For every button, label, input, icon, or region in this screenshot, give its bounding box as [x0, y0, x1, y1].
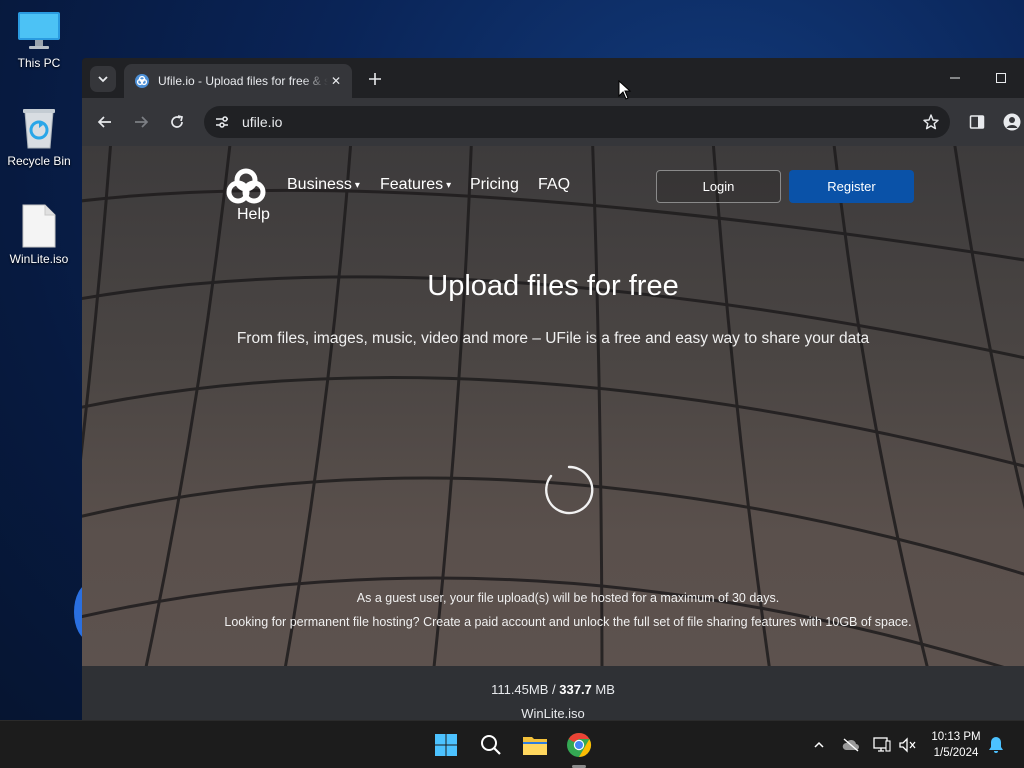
- minimize-icon: [950, 77, 960, 79]
- volume-tray-button[interactable]: [898, 735, 918, 755]
- monitor-icon: [18, 12, 60, 49]
- volume-muted-icon: [899, 737, 916, 753]
- hero-title: Upload files for free: [427, 270, 679, 302]
- chevron-down-icon: ▾: [354, 180, 360, 191]
- tab-strip: Ufile.io - Upload files for free & share…: [82, 58, 1024, 98]
- windows-logo-icon: [435, 734, 457, 756]
- register-button[interactable]: Register: [789, 170, 914, 203]
- arrow-right-icon: [135, 116, 149, 128]
- reload-button[interactable]: [165, 110, 189, 134]
- browser-window: Ufile.io - Upload files for free & share…: [82, 58, 1024, 720]
- taskbar-search-button[interactable]: [475, 729, 507, 761]
- total-size-value: 337.7: [559, 682, 592, 697]
- show-hidden-icons-button[interactable]: [809, 735, 829, 755]
- chrome-icon: [567, 733, 592, 757]
- desktop-icon-label: WinLite.iso: [9, 252, 69, 266]
- ufile-logo-icon[interactable]: [222, 168, 270, 208]
- cloud-offline-icon: [842, 738, 859, 752]
- address-bar[interactable]: ufile.io: [204, 106, 950, 138]
- tab-title: Ufile.io - Upload files for free & share: [158, 74, 328, 88]
- desktop-icon-label: Recycle Bin: [7, 154, 71, 168]
- side-panel-button[interactable]: [965, 110, 989, 134]
- chevron-down-icon: [98, 76, 108, 83]
- onedrive-tray-button[interactable]: [841, 735, 861, 755]
- loading-spinner-icon: [545, 465, 594, 515]
- desktop-icon-winlite-iso[interactable]: WinLite.iso: [4, 204, 74, 266]
- network-icon: [873, 737, 891, 752]
- maximize-icon: [996, 73, 1006, 83]
- new-tab-button[interactable]: [364, 68, 386, 90]
- chevron-down-icon: ▾: [446, 180, 452, 191]
- address-url: ufile.io: [242, 114, 283, 130]
- file-icon: [22, 204, 56, 248]
- nav-faq[interactable]: FAQ: [538, 176, 570, 194]
- login-button[interactable]: Login: [656, 170, 781, 203]
- search-icon: [481, 735, 501, 755]
- system-clock[interactable]: 10:13 PM 1/5/2024: [926, 729, 986, 761]
- clock-date: 1/5/2024: [933, 747, 979, 759]
- bell-icon: [989, 737, 1003, 753]
- upload-filename: WinLite.iso: [521, 706, 585, 720]
- nav-features[interactable]: Features ▾: [380, 176, 451, 194]
- chevron-up-icon: [814, 741, 824, 748]
- guest-note-line-2: Looking for permanent file hosting? Crea…: [224, 615, 912, 629]
- nav-business-label: Business: [287, 176, 352, 193]
- mouse-cursor-icon: [618, 80, 632, 100]
- ufile-favicon-icon: [135, 74, 149, 88]
- upload-progress-panel: 111.45MB / 337.7 MB WinLite.iso: [82, 666, 1024, 720]
- upload-size: 111.45MB / 337.7 MB: [82, 682, 1024, 697]
- desktop-icon-recycle-bin[interactable]: Recycle Bin: [4, 106, 74, 168]
- total-size-unit: MB: [591, 682, 615, 697]
- folder-icon: [523, 737, 547, 755]
- nav-business[interactable]: Business ▾: [287, 176, 360, 194]
- browser-toolbar: ufile.io: [82, 98, 1024, 146]
- minimize-button[interactable]: [932, 58, 978, 98]
- start-button[interactable]: [430, 729, 462, 761]
- guest-note-line-1: As a guest user, your file upload(s) wil…: [356, 591, 780, 605]
- back-button[interactable]: [93, 110, 117, 134]
- chrome-taskbar-button[interactable]: [563, 729, 595, 761]
- reload-icon: [171, 115, 184, 128]
- arrow-left-icon: [97, 116, 111, 128]
- side-panel-icon: [969, 115, 985, 129]
- file-explorer-button[interactable]: [519, 729, 551, 761]
- web-page: Business ▾ Features ▾ Pricing FAQ Help Log…: [82, 146, 1024, 666]
- desktop-icon-this-pc[interactable]: This PC: [4, 10, 74, 70]
- hero-subtitle: From files, images, music, video and mor…: [236, 330, 870, 347]
- nav-pricing[interactable]: Pricing: [470, 176, 519, 194]
- plus-icon: [369, 73, 381, 85]
- uploaded-amount: 111.45MB: [491, 682, 549, 697]
- maximize-button[interactable]: [978, 58, 1024, 98]
- recycle-bin-icon: [23, 109, 55, 149]
- guest-note: As a guest user, your file upload(s) wil…: [222, 586, 914, 634]
- tab-search-button[interactable]: [90, 66, 116, 92]
- site-settings-icon: [216, 116, 228, 128]
- forward-button[interactable]: [129, 110, 153, 134]
- taskbar: 10:13 PM 1/5/2024: [0, 720, 1024, 768]
- browser-tab-active[interactable]: Ufile.io - Upload files for free & share…: [124, 64, 352, 98]
- profile-icon: [1003, 113, 1021, 131]
- clock-time: 10:13 PM: [931, 731, 981, 743]
- network-tray-button[interactable]: [872, 735, 892, 755]
- profile-button[interactable]: [1000, 110, 1024, 134]
- notifications-button[interactable]: [986, 735, 1006, 755]
- nav-features-label: Features: [380, 176, 444, 193]
- desktop-icon-label: This PC: [17, 56, 61, 70]
- bookmark-star-icon[interactable]: [922, 113, 940, 131]
- nav-help[interactable]: Help: [237, 206, 270, 224]
- upload-separator: /: [548, 682, 560, 697]
- tab-close-icon[interactable]: ✕: [328, 73, 344, 89]
